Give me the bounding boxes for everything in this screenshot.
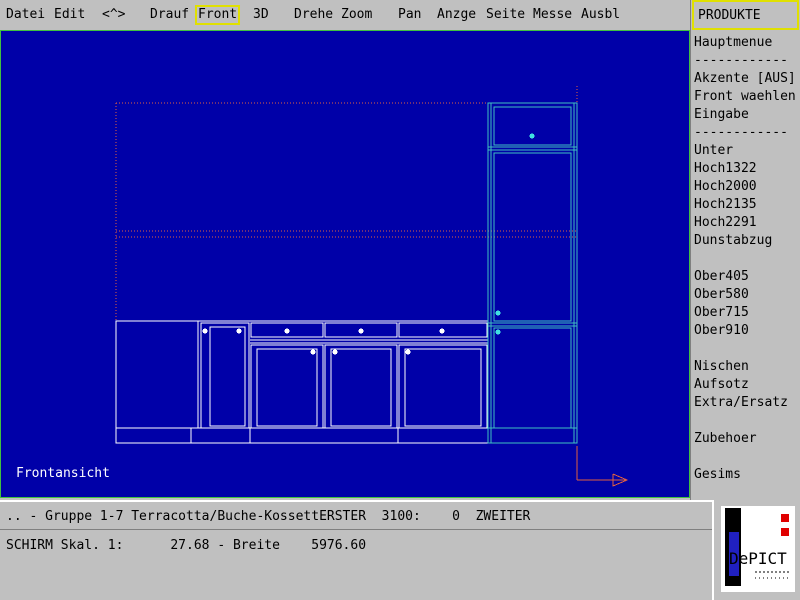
cabinet-door-panel	[256, 348, 318, 427]
sidebar-item-hoch1322[interactable]: Hoch1322	[694, 161, 757, 177]
menu-ausbl[interactable]: Ausbl	[581, 7, 620, 23]
sidebar-item-hoch2135[interactable]: Hoch2135	[694, 197, 757, 213]
menu-drauf[interactable]: Drauf	[150, 7, 189, 23]
sidebar-item-ober910[interactable]: Ober910	[694, 323, 749, 339]
sidebar-separator: ------------	[694, 125, 788, 140]
tall-cabinet	[487, 102, 578, 444]
handle	[202, 328, 208, 334]
handle	[439, 328, 445, 334]
tall-cabinet-inner	[490, 102, 575, 444]
cabinet-door-panel	[404, 348, 482, 427]
base-cabinets	[115, 320, 489, 444]
sidebar-item-zubehoer[interactable]: Zubehoer	[694, 431, 757, 447]
scale-status-text: SCHIRM Skal. 1: 27.68 - Breite 5976.60	[6, 538, 367, 553]
menu-messe[interactable]: Messe	[533, 7, 572, 23]
sidebar-item-ober405[interactable]: Ober405	[694, 269, 749, 285]
cabinet-door	[324, 344, 398, 429]
logo-red-square	[781, 528, 789, 536]
tall-cabinet-middle-door	[493, 152, 572, 322]
menu-pan[interactable]: Pan	[398, 7, 421, 23]
menu-datei[interactable]: Datei	[6, 7, 45, 23]
sidebar-item-extra-ersatz[interactable]: Extra/Ersatz	[694, 395, 788, 411]
status-line-1: .. - Gruppe 1-7 Terracotta/Buche-Kossett…	[0, 500, 712, 530]
menu-anzge[interactable]: Anzge	[437, 7, 476, 23]
status-line-2: SCHIRM Skal. 1: 27.68 - Breite 5976.60	[0, 530, 712, 600]
menu-edit[interactable]: Edit	[54, 7, 85, 23]
handle	[495, 310, 501, 316]
handle	[284, 328, 290, 334]
cabinet-door-panel	[330, 348, 392, 427]
front-view-drawing[interactable]	[1, 31, 689, 497]
sidebar-item-hoch2291[interactable]: Hoch2291	[694, 215, 757, 231]
sidebar-item-ober580[interactable]: Ober580	[694, 287, 749, 303]
sidebar-item-hauptmenue[interactable]: Hauptmenue	[694, 35, 772, 51]
sidebar-item-front-waehlen[interactable]: Front waehlen	[694, 89, 796, 105]
cad-viewport[interactable]: Frontansicht	[0, 30, 690, 498]
menu-drehe[interactable]: Drehe	[294, 7, 333, 23]
menu-seite[interactable]: Seite	[486, 7, 525, 23]
sidebar-item-nischen[interactable]: Nischen	[694, 359, 749, 375]
group-status-text: .. - Gruppe 1-7 Terracotta/Buche-Kossett…	[6, 509, 531, 524]
cabinet-door	[200, 322, 250, 429]
handle	[310, 349, 316, 355]
depict-logo: DePICT	[715, 502, 799, 598]
logo-red-square	[781, 514, 789, 522]
cabinet-door	[250, 344, 324, 429]
sidebar-item-unter[interactable]: Unter	[694, 143, 733, 159]
sidebar-item-dunstabzug[interactable]: Dunstabzug	[694, 233, 772, 249]
sidebar-title: PRODUKTE	[692, 0, 799, 30]
menu-bar: Datei Edit <^> Drauf Front 3D Drehe Zoom…	[0, 0, 690, 30]
cabinet-door-panel	[209, 326, 246, 427]
handle	[529, 133, 535, 139]
tall-handles	[495, 133, 535, 335]
sidebar-item-ober715[interactable]: Ober715	[694, 305, 749, 321]
plinth	[115, 427, 489, 444]
sidebar-separator: ------------	[694, 53, 788, 68]
sidebar-item-akzente[interactable]: Akzente [AUS]	[694, 71, 796, 87]
sidebar-item-hoch2000[interactable]: Hoch2000	[694, 179, 757, 195]
tall-cabinet-top-door	[493, 106, 572, 146]
handle	[236, 328, 242, 334]
sidebar-item-aufsatz[interactable]: Aufsotz	[694, 377, 749, 393]
sidebar-item-gesims[interactable]: Gesims	[694, 467, 741, 483]
handle	[405, 349, 411, 355]
axis-marker	[576, 446, 629, 487]
tall-cabinet-body	[487, 102, 578, 444]
product-sidebar: PRODUKTE Hauptmenue ------------ Akzente…	[690, 0, 800, 500]
wall-guides	[115, 86, 578, 321]
cabinet-door	[398, 344, 488, 429]
handle	[495, 329, 501, 335]
handle	[332, 349, 338, 355]
sidebar-item-eingabe[interactable]: Eingabe	[694, 107, 749, 123]
tall-cabinet-lower-door	[493, 327, 572, 429]
logo-box: DePICT	[712, 500, 800, 600]
menu-zoom[interactable]: Zoom	[341, 7, 372, 23]
menu-view-toggle[interactable]: <^>	[102, 7, 125, 23]
handle	[358, 328, 364, 334]
logo-wordmark: DePICT	[729, 549, 787, 568]
menu-3d[interactable]: 3D	[253, 7, 269, 23]
menu-front[interactable]: Front	[194, 5, 241, 25]
view-label: Frontansicht	[16, 466, 110, 481]
